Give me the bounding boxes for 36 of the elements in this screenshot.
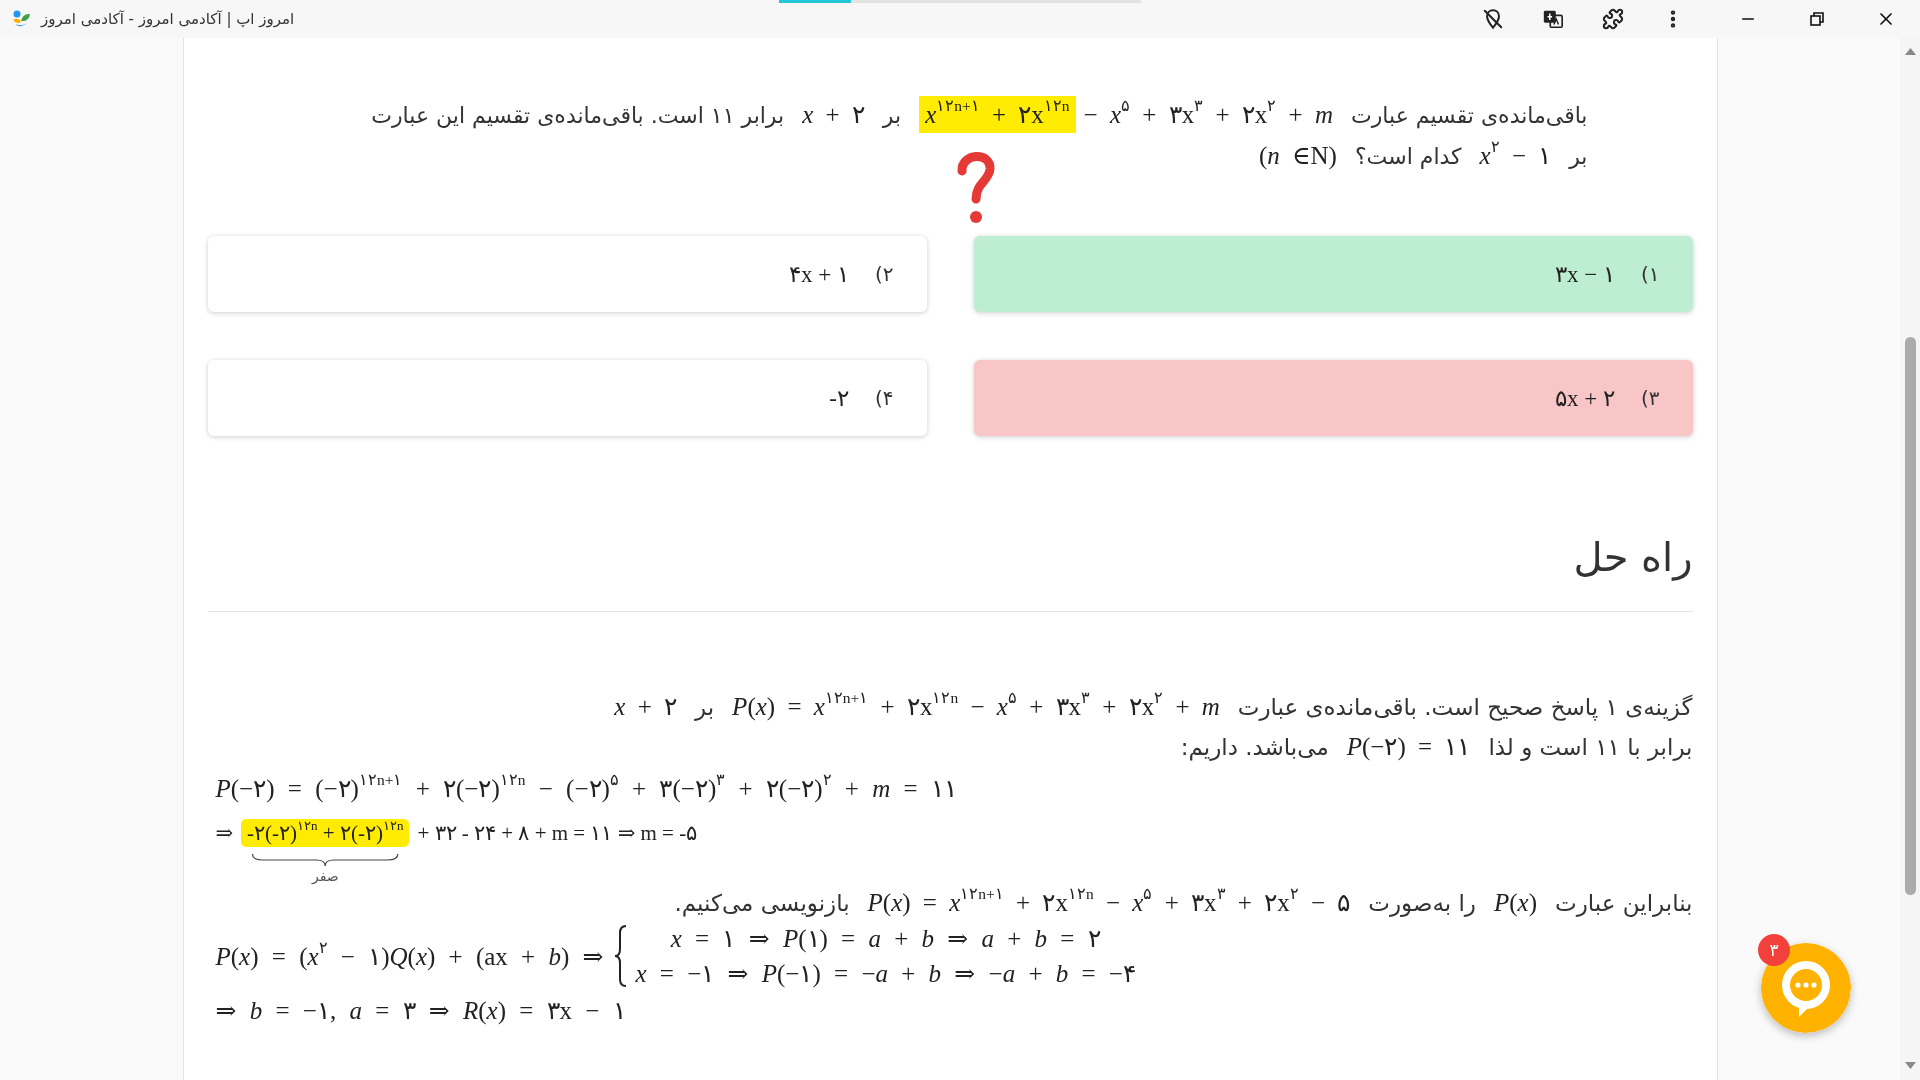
highlighted-formula: -۲(-۲)$^{۱۲n}$ + ۲(-۲)$^{۱۲n}$ <box>241 819 410 847</box>
solution-text: گزینه‌ی ۱ پاسخ صحیح است. باقی‌مانده‌ی عبارت <box>1237 694 1693 720</box>
scroll-up-icon[interactable] <box>1904 48 1916 55</box>
location-off-icon[interactable] <box>1482 8 1504 30</box>
solution-text: را به‌صورت <box>1368 890 1476 916</box>
solution-text: بازنویسی می‌کنیم. <box>674 890 850 916</box>
puzzle-icon[interactable] <box>1602 8 1624 30</box>
scrollbar-thumb[interactable] <box>1904 337 1916 895</box>
solution-text: بر <box>695 694 715 720</box>
answer-option[interactable]: ۴) -۲ <box>207 360 927 436</box>
brace-icon <box>613 925 628 987</box>
answer-option[interactable]: ۲) ۴x + ۱ <box>207 236 927 312</box>
question-text: بر <box>1569 144 1588 169</box>
section-heading: راه حل <box>1573 533 1693 581</box>
scroll-down-icon[interactable] <box>1904 1062 1916 1069</box>
solution-text: برابر با ۱۱ است و لذا <box>1488 734 1693 760</box>
solution-text: می‌باشد. داریم: <box>1180 734 1329 760</box>
formula: ⇒ <box>215 821 234 845</box>
question-text: باقی‌مانده‌ی تقسیم عبارت <box>1350 103 1588 128</box>
brace-label: صفر <box>311 867 339 885</box>
formula: P(x) <box>1493 889 1537 916</box>
question-text: بر <box>882 103 902 128</box>
solution-text: بنابراین عبارت <box>1555 890 1693 916</box>
answer-option[interactable]: ۱) ۳x − ۱ <box>973 236 1693 312</box>
notification-badge: ۳ <box>1758 934 1790 966</box>
question-text: برابر ۱۱ است. باقی‌مانده‌ی تقسیم این عبارت <box>371 103 785 128</box>
formula: + ۳۲ - ۲۴ + ۸ + m = ۱۱ ⇒ m = -۵ <box>417 821 698 845</box>
underbrace-icon <box>251 853 400 867</box>
chat-icon[interactable] <box>1761 943 1851 1033</box>
app-logo-icon <box>11 9 31 29</box>
window-title: امروز اپ | آکادمی امروز - آکادمی امروز <box>41 10 295 28</box>
answer-option[interactable]: ۳) ۵x + ۲ <box>973 360 1693 436</box>
question-text: کدام است؟ <box>1354 144 1462 169</box>
formula: (n ∈N) <box>1258 142 1337 169</box>
translate-icon[interactable] <box>1542 8 1564 30</box>
restore-icon[interactable] <box>1809 12 1824 26</box>
